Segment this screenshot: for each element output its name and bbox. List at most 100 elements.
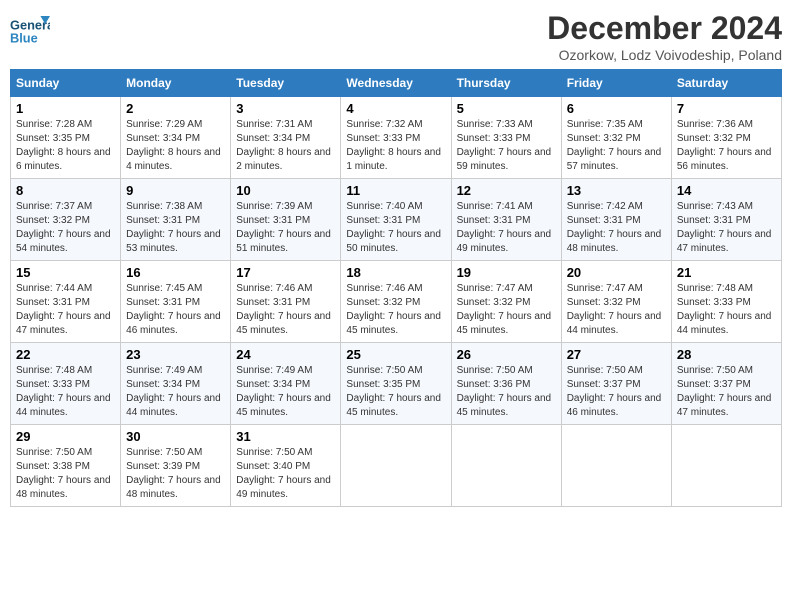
calendar-cell: 1 Sunrise: 7:28 AM Sunset: 3:35 PM Dayli…: [11, 97, 121, 179]
day-detail: Sunrise: 7:44 AM Sunset: 3:31 PM Dayligh…: [16, 282, 115, 338]
calendar-cell: 23 Sunrise: 7:49 AM Sunset: 3:34 PM Dayl…: [121, 343, 231, 425]
day-number: 14: [677, 183, 776, 198]
calendar-cell: 5 Sunrise: 7:33 AM Sunset: 3:33 PM Dayli…: [451, 97, 561, 179]
day-detail: Sunrise: 7:47 AM Sunset: 3:32 PM Dayligh…: [567, 282, 666, 338]
day-number: 16: [126, 265, 225, 280]
day-detail: Sunrise: 7:38 AM Sunset: 3:31 PM Dayligh…: [126, 200, 225, 256]
day-detail: Sunrise: 7:43 AM Sunset: 3:31 PM Dayligh…: [677, 200, 776, 256]
calendar-cell: 31 Sunrise: 7:50 AM Sunset: 3:40 PM Dayl…: [231, 425, 341, 507]
calendar-cell: 19 Sunrise: 7:47 AM Sunset: 3:32 PM Dayl…: [451, 261, 561, 343]
calendar-cell: 26 Sunrise: 7:50 AM Sunset: 3:36 PM Dayl…: [451, 343, 561, 425]
day-number: 11: [346, 183, 445, 198]
calendar-cell: 8 Sunrise: 7:37 AM Sunset: 3:32 PM Dayli…: [11, 179, 121, 261]
day-number: 22: [16, 347, 115, 362]
day-detail: Sunrise: 7:50 AM Sunset: 3:39 PM Dayligh…: [126, 446, 225, 502]
day-detail: Sunrise: 7:45 AM Sunset: 3:31 PM Dayligh…: [126, 282, 225, 338]
day-number: 13: [567, 183, 666, 198]
day-number: 6: [567, 101, 666, 116]
weekday-header-thursday: Thursday: [451, 70, 561, 97]
day-number: 19: [457, 265, 556, 280]
calendar-cell: 25 Sunrise: 7:50 AM Sunset: 3:35 PM Dayl…: [341, 343, 451, 425]
calendar-cell: 27 Sunrise: 7:50 AM Sunset: 3:37 PM Dayl…: [561, 343, 671, 425]
calendar-cell: 29 Sunrise: 7:50 AM Sunset: 3:38 PM Dayl…: [11, 425, 121, 507]
day-detail: Sunrise: 7:48 AM Sunset: 3:33 PM Dayligh…: [16, 364, 115, 420]
calendar-cell: 4 Sunrise: 7:32 AM Sunset: 3:33 PM Dayli…: [341, 97, 451, 179]
day-detail: Sunrise: 7:41 AM Sunset: 3:31 PM Dayligh…: [457, 200, 556, 256]
weekday-header-tuesday: Tuesday: [231, 70, 341, 97]
calendar-cell: 2 Sunrise: 7:29 AM Sunset: 3:34 PM Dayli…: [121, 97, 231, 179]
day-number: 10: [236, 183, 335, 198]
day-number: 31: [236, 429, 335, 444]
calendar-cell: 20 Sunrise: 7:47 AM Sunset: 3:32 PM Dayl…: [561, 261, 671, 343]
day-detail: Sunrise: 7:50 AM Sunset: 3:37 PM Dayligh…: [567, 364, 666, 420]
day-number: 27: [567, 347, 666, 362]
day-number: 21: [677, 265, 776, 280]
calendar-cell: 3 Sunrise: 7:31 AM Sunset: 3:34 PM Dayli…: [231, 97, 341, 179]
day-number: 20: [567, 265, 666, 280]
calendar-cell: 9 Sunrise: 7:38 AM Sunset: 3:31 PM Dayli…: [121, 179, 231, 261]
calendar-cell: 21 Sunrise: 7:48 AM Sunset: 3:33 PM Dayl…: [671, 261, 781, 343]
day-number: 1: [16, 101, 115, 116]
day-detail: Sunrise: 7:28 AM Sunset: 3:35 PM Dayligh…: [16, 118, 115, 174]
day-number: 24: [236, 347, 335, 362]
logo: General Blue: [10, 10, 54, 50]
calendar-cell: 10 Sunrise: 7:39 AM Sunset: 3:31 PM Dayl…: [231, 179, 341, 261]
calendar-cell: 18 Sunrise: 7:46 AM Sunset: 3:32 PM Dayl…: [341, 261, 451, 343]
day-detail: Sunrise: 7:32 AM Sunset: 3:33 PM Dayligh…: [346, 118, 445, 174]
day-detail: Sunrise: 7:50 AM Sunset: 3:36 PM Dayligh…: [457, 364, 556, 420]
day-number: 23: [126, 347, 225, 362]
calendar-cell: 6 Sunrise: 7:35 AM Sunset: 3:32 PM Dayli…: [561, 97, 671, 179]
day-number: 30: [126, 429, 225, 444]
calendar-cell: 14 Sunrise: 7:43 AM Sunset: 3:31 PM Dayl…: [671, 179, 781, 261]
subtitle: Ozorkow, Lodz Voivodeship, Poland: [547, 47, 782, 63]
day-detail: Sunrise: 7:48 AM Sunset: 3:33 PM Dayligh…: [677, 282, 776, 338]
calendar-cell: 7 Sunrise: 7:36 AM Sunset: 3:32 PM Dayli…: [671, 97, 781, 179]
calendar-cell: 12 Sunrise: 7:41 AM Sunset: 3:31 PM Dayl…: [451, 179, 561, 261]
calendar-cell: [451, 425, 561, 507]
day-detail: Sunrise: 7:50 AM Sunset: 3:37 PM Dayligh…: [677, 364, 776, 420]
calendar-cell: 13 Sunrise: 7:42 AM Sunset: 3:31 PM Dayl…: [561, 179, 671, 261]
day-number: 12: [457, 183, 556, 198]
day-number: 17: [236, 265, 335, 280]
day-number: 28: [677, 347, 776, 362]
day-detail: Sunrise: 7:37 AM Sunset: 3:32 PM Dayligh…: [16, 200, 115, 256]
calendar-table: SundayMondayTuesdayWednesdayThursdayFrid…: [10, 69, 782, 507]
page-header: General Blue December 2024 Ozorkow, Lodz…: [10, 10, 782, 63]
day-detail: Sunrise: 7:35 AM Sunset: 3:32 PM Dayligh…: [567, 118, 666, 174]
day-detail: Sunrise: 7:50 AM Sunset: 3:38 PM Dayligh…: [16, 446, 115, 502]
day-number: 8: [16, 183, 115, 198]
weekday-header-wednesday: Wednesday: [341, 70, 451, 97]
day-detail: Sunrise: 7:40 AM Sunset: 3:31 PM Dayligh…: [346, 200, 445, 256]
day-detail: Sunrise: 7:33 AM Sunset: 3:33 PM Dayligh…: [457, 118, 556, 174]
day-number: 4: [346, 101, 445, 116]
day-number: 25: [346, 347, 445, 362]
calendar-cell: 22 Sunrise: 7:48 AM Sunset: 3:33 PM Dayl…: [11, 343, 121, 425]
weekday-header-saturday: Saturday: [671, 70, 781, 97]
day-number: 2: [126, 101, 225, 116]
day-detail: Sunrise: 7:39 AM Sunset: 3:31 PM Dayligh…: [236, 200, 335, 256]
day-detail: Sunrise: 7:47 AM Sunset: 3:32 PM Dayligh…: [457, 282, 556, 338]
day-detail: Sunrise: 7:50 AM Sunset: 3:40 PM Dayligh…: [236, 446, 335, 502]
title-block: December 2024 Ozorkow, Lodz Voivodeship,…: [547, 10, 782, 63]
month-title: December 2024: [547, 10, 782, 47]
day-number: 29: [16, 429, 115, 444]
calendar-cell: 28 Sunrise: 7:50 AM Sunset: 3:37 PM Dayl…: [671, 343, 781, 425]
svg-text:Blue: Blue: [10, 30, 38, 45]
day-detail: Sunrise: 7:29 AM Sunset: 3:34 PM Dayligh…: [126, 118, 225, 174]
calendar-cell: 24 Sunrise: 7:49 AM Sunset: 3:34 PM Dayl…: [231, 343, 341, 425]
calendar-cell: 17 Sunrise: 7:46 AM Sunset: 3:31 PM Dayl…: [231, 261, 341, 343]
calendar-cell: 16 Sunrise: 7:45 AM Sunset: 3:31 PM Dayl…: [121, 261, 231, 343]
weekday-header-monday: Monday: [121, 70, 231, 97]
day-detail: Sunrise: 7:31 AM Sunset: 3:34 PM Dayligh…: [236, 118, 335, 174]
day-detail: Sunrise: 7:42 AM Sunset: 3:31 PM Dayligh…: [567, 200, 666, 256]
calendar-cell: [341, 425, 451, 507]
day-detail: Sunrise: 7:49 AM Sunset: 3:34 PM Dayligh…: [236, 364, 335, 420]
day-detail: Sunrise: 7:46 AM Sunset: 3:31 PM Dayligh…: [236, 282, 335, 338]
day-detail: Sunrise: 7:49 AM Sunset: 3:34 PM Dayligh…: [126, 364, 225, 420]
calendar-cell: 30 Sunrise: 7:50 AM Sunset: 3:39 PM Dayl…: [121, 425, 231, 507]
calendar-cell: [561, 425, 671, 507]
day-detail: Sunrise: 7:46 AM Sunset: 3:32 PM Dayligh…: [346, 282, 445, 338]
day-detail: Sunrise: 7:50 AM Sunset: 3:35 PM Dayligh…: [346, 364, 445, 420]
calendar-cell: 11 Sunrise: 7:40 AM Sunset: 3:31 PM Dayl…: [341, 179, 451, 261]
day-number: 18: [346, 265, 445, 280]
